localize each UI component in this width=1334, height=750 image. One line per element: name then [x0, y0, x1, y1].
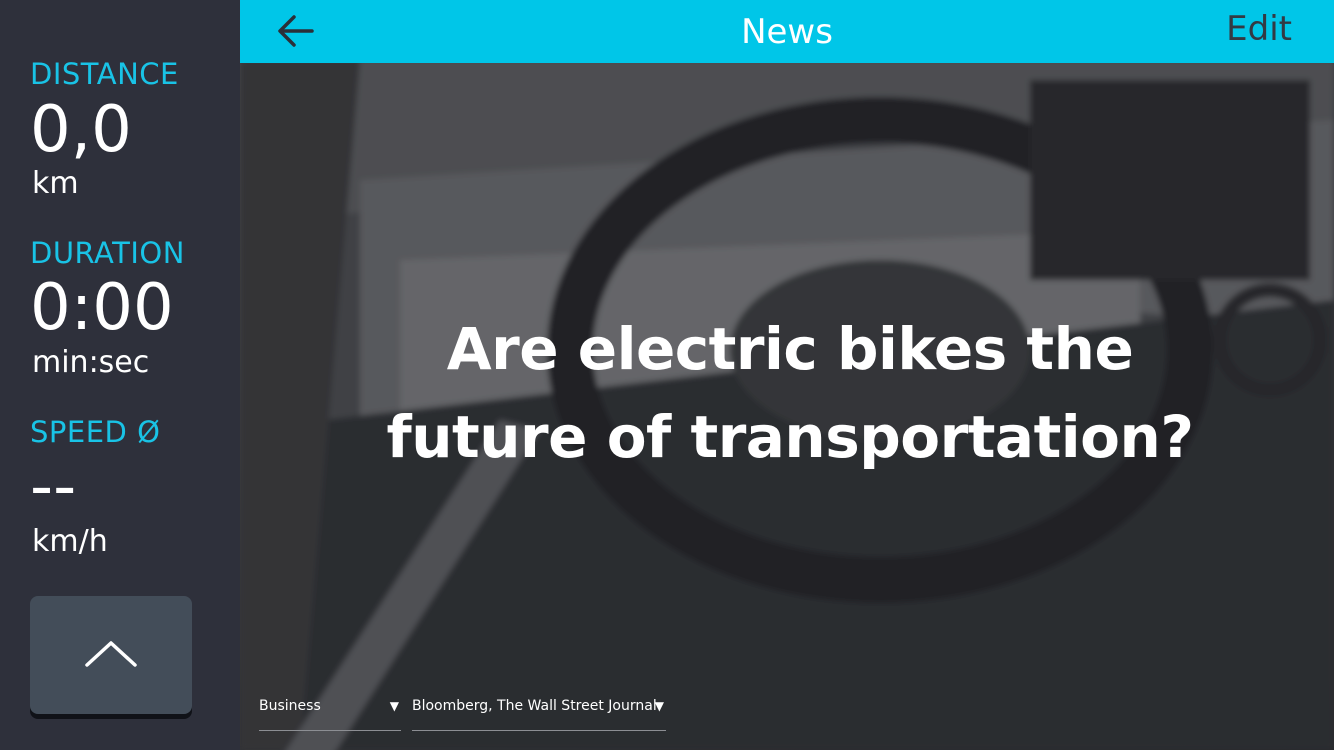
- dropdown-arrow-icon: ▼: [654, 699, 664, 713]
- edit-button[interactable]: Edit: [1226, 9, 1292, 49]
- stats-sidebar: DISTANCE 0,0 km DURATION 0:00 min:sec SP…: [0, 0, 240, 750]
- header-bar: News Edit: [240, 0, 1334, 63]
- article-headline[interactable]: Are electric bikes the future of transpo…: [340, 305, 1240, 481]
- chevron-up-icon: [85, 641, 137, 667]
- distance-unit: km: [32, 166, 79, 201]
- duration-label: DURATION: [30, 236, 185, 270]
- speed-label: SPEED Ø: [30, 415, 161, 449]
- distance-label: DISTANCE: [30, 57, 179, 91]
- duration-value: 0:00: [30, 271, 174, 345]
- category-dropdown[interactable]: Business ▼: [259, 690, 401, 731]
- speed-unit: km/h: [32, 524, 108, 559]
- sources-dropdown[interactable]: Bloomberg, The Wall Street Journal ▼: [412, 690, 666, 731]
- page-title: News: [741, 12, 833, 52]
- speed-value: --: [30, 450, 77, 524]
- duration-unit: min:sec: [32, 345, 150, 380]
- dropdown-arrow-icon: ▼: [389, 699, 399, 713]
- distance-value: 0,0: [30, 93, 132, 167]
- sources-dropdown-value: Bloomberg, The Wall Street Journal: [412, 698, 657, 714]
- category-dropdown-value: Business: [259, 698, 321, 714]
- collapse-button[interactable]: [30, 596, 192, 714]
